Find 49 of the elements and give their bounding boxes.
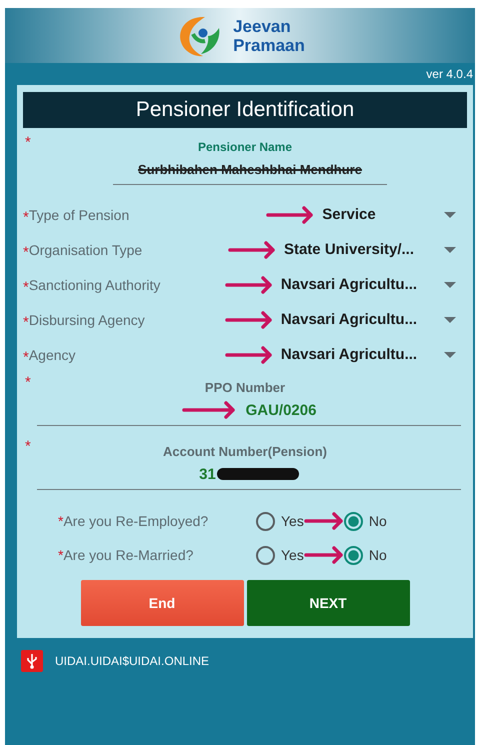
- question-label: Are you Re-Married?: [63, 547, 194, 563]
- radio-label[interactable]: Yes: [281, 513, 304, 529]
- field-label: Agency: [28, 346, 76, 362]
- footer-text: UIDAI.UIDAI$UIDAI.ONLINE: [55, 654, 210, 668]
- required-asterisk: *: [23, 279, 29, 296]
- next-button[interactable]: NEXT: [246, 580, 410, 626]
- dropdown-caret-icon[interactable]: [444, 352, 456, 358]
- field-value[interactable]: 31: [199, 466, 216, 482]
- radio-button[interactable]: [344, 546, 363, 564]
- required-asterisk: *: [23, 209, 29, 226]
- form-title: Pensioner Identification: [23, 92, 467, 128]
- version-label: ver 4.0.4: [426, 67, 473, 81]
- field-value[interactable]: Surbhibahen Maheshbhai Mendhure: [138, 162, 362, 176]
- logo-text: Jeevan: [233, 16, 292, 36]
- required-asterisk: *: [25, 374, 31, 391]
- required-asterisk: *: [58, 513, 64, 529]
- field-label: Account Number(Pension): [162, 444, 328, 459]
- dropdown-caret-icon[interactable]: [444, 246, 456, 252]
- dropdown-caret-icon[interactable]: [444, 316, 456, 322]
- radio-button[interactable]: [344, 512, 363, 530]
- required-asterisk: *: [23, 244, 29, 261]
- dropdown-value[interactable]: Service: [322, 206, 376, 223]
- dropdown-value[interactable]: Navsari Agricultu...: [280, 276, 418, 293]
- field-label: Organisation Type: [28, 242, 142, 258]
- radio-label[interactable]: No: [368, 547, 387, 563]
- dropdown-caret-icon[interactable]: [444, 212, 456, 218]
- usb-icon: [21, 650, 43, 672]
- required-asterisk: *: [58, 547, 64, 563]
- field-label: Disbursing Agency: [28, 312, 145, 328]
- radio-label[interactable]: No: [368, 513, 387, 529]
- question-label: Are you Re-Employed?: [63, 513, 208, 529]
- field-label: Sanctioning Authority: [28, 276, 160, 292]
- required-asterisk: *: [23, 314, 29, 331]
- radio-button[interactable]: [256, 546, 275, 564]
- dropdown-value[interactable]: State University/...: [284, 241, 414, 258]
- field-value[interactable]: GAU/0206: [246, 402, 316, 418]
- required-asterisk: *: [25, 134, 31, 151]
- radio-button[interactable]: [256, 512, 275, 530]
- field-label: Type of Pension: [28, 206, 130, 222]
- radio-label[interactable]: Yes: [281, 547, 304, 563]
- required-asterisk: *: [25, 438, 31, 455]
- dropdown-caret-icon[interactable]: [444, 282, 456, 288]
- dropdown-value[interactable]: Navsari Agricultu...: [280, 346, 418, 363]
- dropdown-value[interactable]: Navsari Agricultu...: [280, 311, 418, 328]
- required-asterisk: *: [23, 349, 29, 366]
- logo-text: Pramaan: [233, 36, 305, 54]
- field-label: Pensioner Name: [196, 140, 294, 154]
- end-button[interactable]: End: [80, 580, 244, 626]
- field-label: PPO Number: [204, 380, 286, 395]
